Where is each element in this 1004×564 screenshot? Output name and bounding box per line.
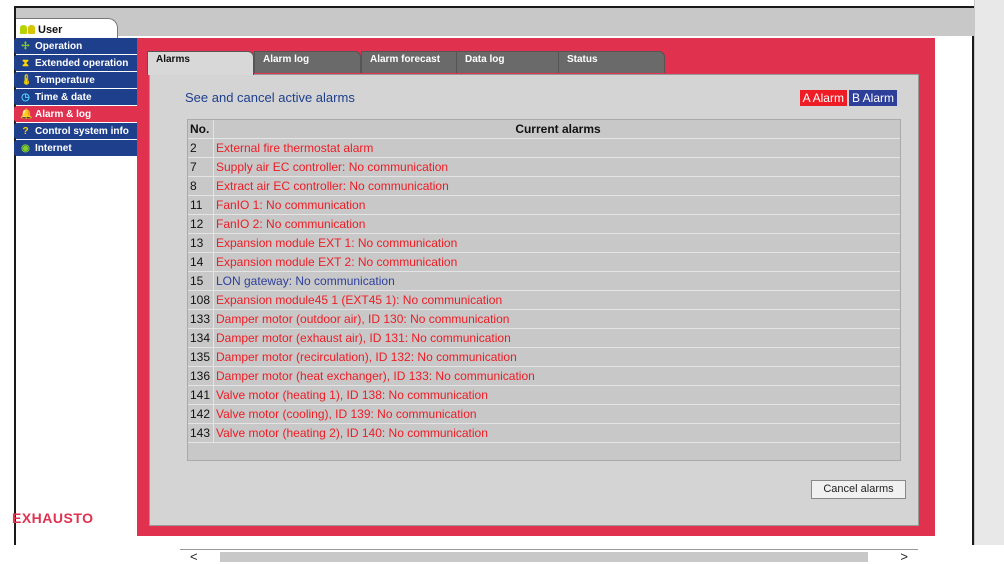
alarm-number: 7 <box>188 158 214 176</box>
alarm-number: 12 <box>188 215 214 233</box>
right-margin <box>974 0 1004 545</box>
cancel-alarms-button[interactable]: Cancel alarms <box>811 480 906 499</box>
table-row: 2 External fire thermostat alarm <box>188 139 900 158</box>
alarm-number: 142 <box>188 405 214 423</box>
alarm-description: FanIO 2: No communication <box>216 217 366 231</box>
table-row: 134 Damper motor (exhaust air), ID 131: N… <box>188 329 900 348</box>
alarm-number: 143 <box>188 424 214 442</box>
alarm-description: Expansion module45 1 (EXT45 1): No commu… <box>216 293 503 307</box>
sidebar-item-temperature[interactable]: 🌡 Temperature <box>14 72 138 88</box>
table-row: 143 Valve motor (heating 2), ID 140: No c… <box>188 424 900 443</box>
table-row: 108 Expansion module45 1 (EXT45 1): No co… <box>188 291 900 310</box>
clock-icon: ◷ <box>21 91 30 103</box>
alarm-legend: A Alarm B Alarm <box>799 90 897 106</box>
hourglass-icon: ⧗ <box>21 57 30 69</box>
alarm-number: 15 <box>188 272 214 290</box>
alarm-description: External fire thermostat alarm <box>216 141 374 155</box>
sidebar-item-time-date[interactable]: ◷ Time & date <box>14 89 138 105</box>
user-tab-label: User <box>38 23 63 36</box>
sidebar-item-alarm-log[interactable]: 🔔 Alarm & log <box>14 106 138 122</box>
table-row: 136 Damper motor (heat exchanger), ID 133… <box>188 367 900 386</box>
sidebar-nav: ✢ Operation ⧗ Extended operation 🌡 Tempe… <box>14 38 138 157</box>
col-header-no: No. <box>188 120 214 138</box>
tab-alarm-log[interactable]: Alarm log <box>254 51 361 73</box>
tab-bar: Alarms Alarm log Alarm forecast Data log… <box>147 51 767 75</box>
alarm-description: Expansion module EXT 2: No communication <box>216 255 458 269</box>
col-header-current-alarms: Current alarms <box>515 122 601 136</box>
sidebar-item-internet[interactable]: ◉ Internet <box>14 140 138 156</box>
alarm-description: FanIO 1: No communication <box>216 198 366 212</box>
table-row: 15 LON gateway: No communication <box>188 272 900 291</box>
alarms-content: See and cancel active alarms A Alarm B A… <box>149 74 919 564</box>
alarm-number: 108 <box>188 291 214 309</box>
bell-icon: 🔔 <box>20 108 33 120</box>
alarm-description: Damper motor (outdoor air), ID 130: No c… <box>216 312 510 326</box>
tab-data-log[interactable]: Data log <box>456 51 563 73</box>
alarm-description: Supply air EC controller: No communicati… <box>216 160 449 174</box>
table-row: 13 Expansion module EXT 1: No communicati… <box>188 234 900 253</box>
table-header: No. Current alarms <box>188 120 900 139</box>
sidebar-item-label: Alarm & log <box>35 108 92 120</box>
app-window: User ✢ Operation ⧗ Extended operation 🌡 … <box>0 0 1004 564</box>
alarm-number: 8 <box>188 177 214 195</box>
alarm-table: No. Current alarms 2 External fire thermo… <box>187 119 901 461</box>
users-icon <box>20 25 35 34</box>
alarm-number: 133 <box>188 310 214 328</box>
table-row: 141 Valve motor (heating 1), ID 138: No c… <box>188 386 900 405</box>
sidebar-item-label: Internet <box>35 142 72 154</box>
alarm-number: 13 <box>188 234 214 252</box>
table-row: 8 Extract air EC controller: No communica… <box>188 177 900 196</box>
page-title: See and cancel active alarms <box>185 90 355 105</box>
table-row: 133 Damper motor (outdoor air), ID 130: N… <box>188 310 900 329</box>
alarm-number: 134 <box>188 329 214 347</box>
tab-alarms[interactable]: Alarms <box>147 51 254 75</box>
alarm-description: Damper motor (exhaust air), ID 131: No c… <box>216 331 511 345</box>
alarm-description: Damper motor (recirculation), ID 132: No… <box>216 350 517 364</box>
alarm-number: 141 <box>188 386 214 404</box>
alarm-description: Damper motor (heat exchanger), ID 133: N… <box>216 369 535 383</box>
user-tab[interactable]: User <box>16 18 118 38</box>
table-body: 2 External fire thermostat alarm 7 Supply a… <box>188 139 900 443</box>
alarm-number: 14 <box>188 253 214 271</box>
question-icon: ? <box>22 125 29 137</box>
sidebar-item-label: Operation <box>35 40 83 52</box>
alarm-number: 136 <box>188 367 214 385</box>
fan-icon: ✢ <box>21 40 30 52</box>
scroll-right-icon[interactable]: > <box>900 549 908 564</box>
table-row: 12 FanIO 2: No communication <box>188 215 900 234</box>
legend-b-alarm: B Alarm <box>848 90 897 106</box>
alarm-number: 2 <box>188 139 214 157</box>
sidebar-item-label: Extended operation <box>35 57 129 69</box>
top-bar: User <box>16 8 974 38</box>
alarm-description: LON gateway: No communication <box>216 274 395 288</box>
alarm-description: Valve motor (cooling), ID 139: No commun… <box>216 407 477 421</box>
sidebar-item-control-system-info[interactable]: ? Control system info <box>14 123 138 139</box>
scroll-left-icon[interactable]: < <box>190 549 198 564</box>
sidebar-item-label: Control system info <box>35 125 129 137</box>
alarm-number: 135 <box>188 348 214 366</box>
horizontal-scrollbar[interactable]: < > <box>180 549 918 564</box>
table-row: 14 Expansion module EXT 2: No communicati… <box>188 253 900 272</box>
tab-status[interactable]: Status <box>558 51 665 73</box>
legend-a-alarm: A Alarm <box>799 90 847 106</box>
alarm-description: Valve motor (heating 1), ID 138: No comm… <box>216 388 488 402</box>
thermometer-icon: 🌡 <box>20 74 33 86</box>
sidebar-item-operation[interactable]: ✢ Operation <box>14 38 138 54</box>
main-panel: Alarms Alarm log Alarm forecast Data log… <box>137 38 935 564</box>
table-row: 7 Supply air EC controller: No communicat… <box>188 158 900 177</box>
alarm-description: Expansion module EXT 1: No communication <box>216 236 458 250</box>
table-row: 142 Valve motor (cooling), ID 139: No com… <box>188 405 900 424</box>
tab-alarm-forecast[interactable]: Alarm forecast <box>361 51 468 73</box>
alarm-description: Extract air EC controller: No communicat… <box>216 179 449 193</box>
exhausto-logo: EXHAUSTO <box>12 510 94 526</box>
sidebar-item-label: Temperature <box>35 74 95 86</box>
alarm-number: 11 <box>188 196 214 214</box>
scrollbar-track[interactable] <box>220 552 868 562</box>
table-row: 135 Damper motor (recirculation), ID 132:… <box>188 348 900 367</box>
sidebar-item-extended-operation[interactable]: ⧗ Extended operation <box>14 55 138 71</box>
alarm-description: Valve motor (heating 2), ID 140: No comm… <box>216 426 488 440</box>
sidebar-item-label: Time & date <box>35 91 92 103</box>
table-row: 11 FanIO 1: No communication <box>188 196 900 215</box>
globe-icon: ◉ <box>21 142 30 154</box>
